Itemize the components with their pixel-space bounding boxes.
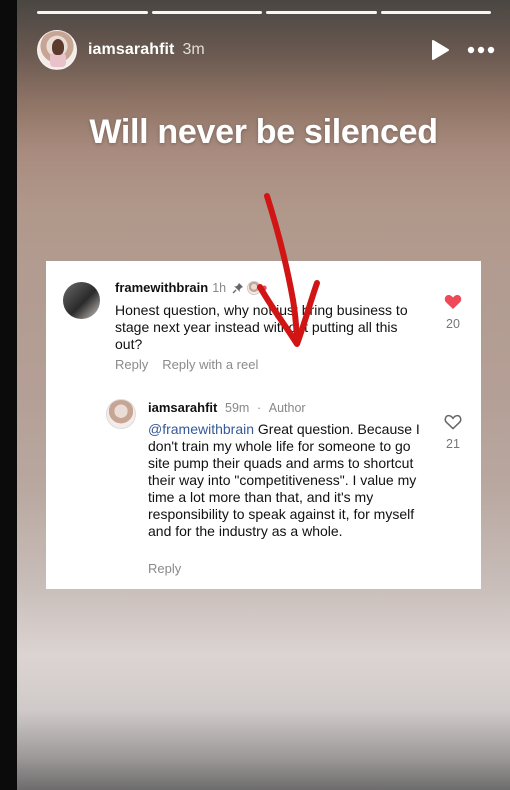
more-options-button[interactable] [466, 36, 496, 64]
reply-header: iamsarahfit 59m · Author [148, 400, 306, 415]
reply-time: 59m [225, 401, 250, 415]
story-progress-bar [37, 11, 491, 15]
left-edge-strip [0, 0, 17, 790]
comment-username: framewithbrain [115, 280, 209, 295]
author-badge: Author [268, 401, 306, 415]
reply-username: iamsarahfit [148, 400, 218, 415]
commenter-avatar [63, 282, 100, 319]
comment-screenshot: framewithbrain 1h Honest question, why n… [46, 261, 481, 589]
story-username[interactable]: iamsarahfit [88, 41, 174, 59]
reply-text: @framewithbrain Great question. Because … [148, 421, 433, 540]
more-horizontal-icon [467, 46, 495, 54]
comment-text: Honest question, why not just bring busi… [115, 302, 408, 352]
reply-like[interactable]: 21 [441, 414, 465, 451]
comment-header: framewithbrain 1h [115, 280, 267, 295]
story-viewer[interactable]: iamsarahfit 3m Will never be silenced fr… [17, 0, 510, 790]
play-button[interactable] [426, 36, 454, 64]
reply-avatar [106, 399, 136, 429]
reply-button[interactable]: Reply [148, 561, 181, 576]
progress-segment [37, 11, 148, 14]
progress-segment [380, 11, 491, 14]
progress-segment [266, 11, 377, 14]
reply-separator: · [256, 401, 262, 415]
story-timestamp: 3m [182, 41, 205, 58]
story-caption: Will never be silenced [89, 113, 438, 151]
profile-avatar[interactable] [37, 30, 77, 70]
progress-segment [151, 11, 262, 14]
like-count: 21 [446, 437, 460, 451]
mention-link[interactable]: @framewithbrain [148, 421, 254, 437]
reply-actions: Reply [148, 561, 181, 576]
author-liked-heart-icon [257, 285, 267, 294]
play-icon [432, 40, 449, 60]
like-count: 20 [446, 317, 460, 331]
comment-time: 1h [212, 280, 227, 295]
comment-actions: Reply Reply with a reel [115, 357, 258, 372]
heart-outline-icon [444, 414, 462, 430]
reply-body: Great question. Because I don't train my… [148, 421, 420, 539]
story-header: iamsarahfit 3m [37, 29, 496, 71]
pin-icon [232, 282, 244, 293]
reply-with-reel-button[interactable]: Reply with a reel [162, 357, 258, 372]
comment-like[interactable]: 20 [441, 294, 465, 331]
reply-button[interactable]: Reply [115, 357, 148, 372]
heart-filled-icon [444, 295, 462, 309]
